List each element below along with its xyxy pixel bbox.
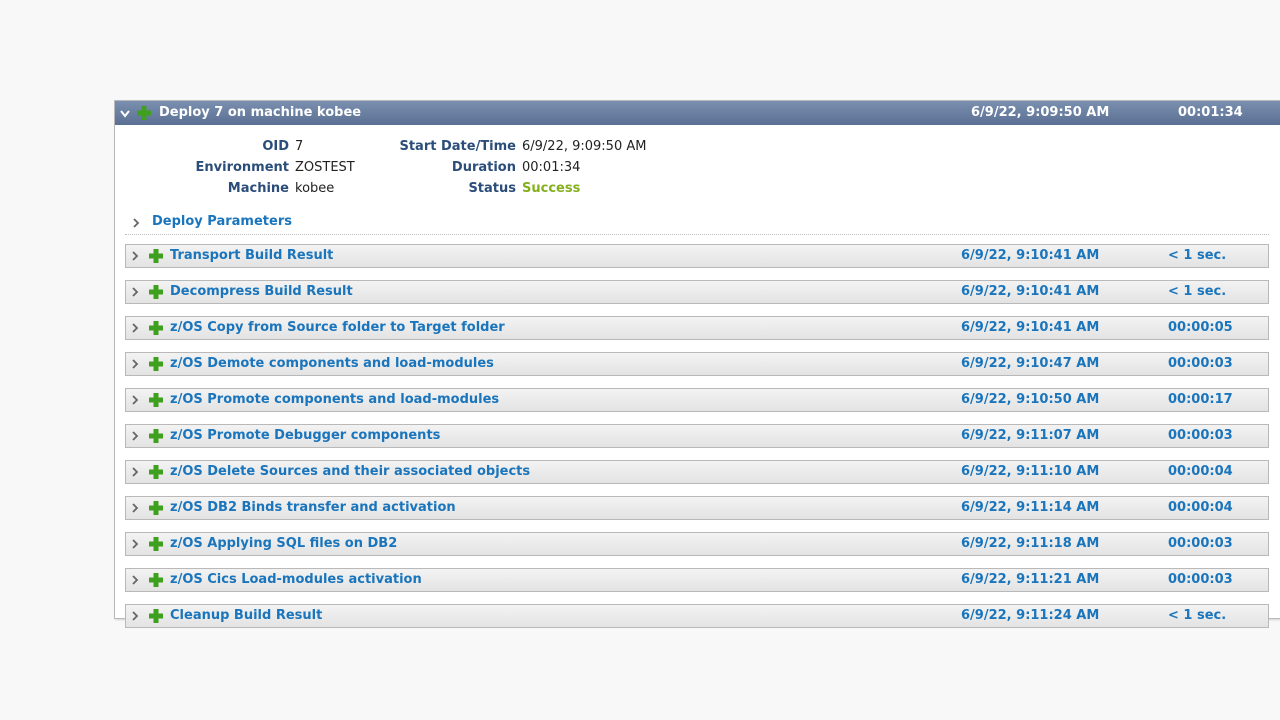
- deploy-step-row[interactable]: z/OS Promote Debugger components 6/9/22, …: [125, 424, 1269, 448]
- deploy-info-right: Start Date/Time 6/9/22, 9:09:50 AM Durati…: [395, 136, 646, 199]
- deploy-step-row[interactable]: z/OS Delete Sources and their associated…: [125, 460, 1269, 484]
- status-row: Status Success: [395, 178, 646, 199]
- plus-icon: [149, 609, 163, 623]
- plus-icon: [149, 357, 163, 371]
- environment-label: Environment: [195, 160, 290, 175]
- deploy-step-row[interactable]: Transport Build Result 6/9/22, 9:10:41 AM…: [125, 244, 1269, 268]
- oid-value: 7: [295, 139, 304, 154]
- deploy-step-row[interactable]: z/OS Applying SQL files on DB2 6/9/22, 9:…: [125, 532, 1269, 556]
- step-name[interactable]: z/OS Promote Debugger components: [170, 428, 440, 443]
- step-duration: 00:00:03: [1168, 428, 1233, 443]
- chevron-right-icon[interactable]: [130, 394, 140, 406]
- step-date: 6/9/22, 9:11:07 AM: [961, 428, 1100, 443]
- plus-icon: [149, 573, 163, 587]
- chevron-right-icon[interactable]: [130, 610, 140, 622]
- deploy-parameters-toggle[interactable]: Deploy Parameters: [125, 213, 1269, 235]
- step-date: 6/9/22, 9:11:24 AM: [961, 608, 1100, 623]
- step-date: 6/9/22, 9:10:41 AM: [961, 284, 1100, 299]
- deploy-step-row[interactable]: Cleanup Build Result 6/9/22, 9:11:24 AM < …: [125, 604, 1269, 628]
- machine-value: kobee: [295, 181, 335, 196]
- plus-icon: [149, 465, 163, 479]
- plus-icon: [149, 393, 163, 407]
- chevron-right-icon[interactable]: [131, 217, 141, 229]
- plus-icon: [149, 321, 163, 335]
- deploy-step-row[interactable]: z/OS Cics Load-modules activation 6/9/22,…: [125, 568, 1269, 592]
- chevron-right-icon[interactable]: [130, 358, 140, 370]
- oid-row: OID 7: [195, 136, 355, 157]
- step-duration: 00:00:03: [1168, 536, 1233, 551]
- deploy-step-row[interactable]: z/OS DB2 Binds transfer and activation 6/…: [125, 496, 1269, 520]
- step-duration: 00:00:04: [1168, 464, 1233, 479]
- step-date: 6/9/22, 9:10:47 AM: [961, 356, 1100, 371]
- chevron-right-icon[interactable]: [130, 322, 140, 334]
- duration-label: Duration: [451, 160, 516, 175]
- start-label: Start Date/Time: [399, 139, 516, 154]
- chevron-right-icon[interactable]: [130, 430, 140, 442]
- deploy-step-row[interactable]: Decompress Build Result 6/9/22, 9:10:41 A…: [125, 280, 1269, 304]
- deploy-header[interactable]: Deploy 7 on machine kobee 6/9/22, 9:09:5…: [115, 101, 1280, 125]
- machine-row: Machine kobee: [195, 178, 355, 199]
- plus-icon: [149, 429, 163, 443]
- plus-icon: [149, 285, 163, 299]
- step-duration: 00:00:05: [1168, 320, 1233, 335]
- step-duration: 00:00:03: [1168, 572, 1233, 587]
- environment-row: Environment ZOSTEST: [195, 157, 355, 178]
- chevron-right-icon[interactable]: [130, 286, 140, 298]
- step-duration: 00:00:03: [1168, 356, 1233, 371]
- step-date: 6/9/22, 9:10:50 AM: [961, 392, 1100, 407]
- step-duration: 00:00:04: [1168, 500, 1233, 515]
- deploy-step-row[interactable]: z/OS Copy from Source folder to Target f…: [125, 316, 1269, 340]
- deploy-date: 6/9/22, 9:09:50 AM: [971, 105, 1110, 120]
- status-label: Status: [468, 181, 516, 196]
- step-name[interactable]: z/OS Applying SQL files on DB2: [170, 536, 397, 551]
- status-value: Success: [522, 181, 581, 196]
- plus-icon: [149, 249, 163, 263]
- deploy-steps-list: Transport Build Result 6/9/22, 9:10:41 AM…: [125, 244, 1269, 640]
- step-date: 6/9/22, 9:11:10 AM: [961, 464, 1100, 479]
- deploy-title: Deploy 7 on machine kobee: [159, 105, 362, 120]
- start-value: 6/9/22, 9:09:50 AM: [522, 139, 647, 154]
- deploy-info-left: OID 7 Environment ZOSTEST Machine kobee: [195, 136, 355, 199]
- chevron-right-icon[interactable]: [130, 502, 140, 514]
- chevron-right-icon[interactable]: [130, 574, 140, 586]
- step-name[interactable]: z/OS Copy from Source folder to Target f…: [170, 320, 505, 335]
- step-name[interactable]: z/OS DB2 Binds transfer and activation: [170, 500, 456, 515]
- deploy-parameters-label[interactable]: Deploy Parameters: [152, 214, 292, 229]
- step-name[interactable]: Decompress Build Result: [170, 284, 353, 299]
- step-date: 6/9/22, 9:10:41 AM: [961, 248, 1100, 263]
- step-date: 6/9/22, 9:10:41 AM: [961, 320, 1100, 335]
- duration-value: 00:01:34: [522, 160, 581, 175]
- environment-value: ZOSTEST: [295, 160, 355, 175]
- chevron-right-icon[interactable]: [130, 250, 140, 262]
- oid-label: OID: [262, 139, 289, 154]
- step-name[interactable]: z/OS Cics Load-modules activation: [170, 572, 422, 587]
- deploy-duration: 00:01:34: [1178, 105, 1243, 120]
- step-duration: < 1 sec.: [1168, 608, 1227, 623]
- duration-row: Duration 00:01:34: [395, 157, 646, 178]
- step-name[interactable]: z/OS Delete Sources and their associated…: [170, 464, 530, 479]
- deploy-step-row[interactable]: z/OS Demote components and load-modules 6…: [125, 352, 1269, 376]
- step-name[interactable]: z/OS Promote components and load-modules: [170, 392, 499, 407]
- machine-label: Machine: [227, 181, 289, 196]
- plus-icon: [137, 106, 151, 120]
- chevron-down-icon[interactable]: [119, 108, 131, 120]
- step-name[interactable]: Cleanup Build Result: [170, 608, 322, 623]
- step-date: 6/9/22, 9:11:21 AM: [961, 572, 1100, 587]
- step-name[interactable]: z/OS Demote components and load-modules: [170, 356, 494, 371]
- step-date: 6/9/22, 9:11:18 AM: [961, 536, 1100, 551]
- step-duration: < 1 sec.: [1168, 284, 1227, 299]
- plus-icon: [149, 537, 163, 551]
- chevron-right-icon[interactable]: [130, 466, 140, 478]
- step-date: 6/9/22, 9:11:14 AM: [961, 500, 1100, 515]
- deploy-panel: Deploy 7 on machine kobee 6/9/22, 9:09:5…: [114, 100, 1280, 628]
- chevron-right-icon[interactable]: [130, 538, 140, 550]
- step-duration: < 1 sec.: [1168, 248, 1227, 263]
- step-name[interactable]: Transport Build Result: [170, 248, 333, 263]
- deploy-step-row[interactable]: z/OS Promote components and load-modules…: [125, 388, 1269, 412]
- plus-icon: [149, 501, 163, 515]
- step-duration: 00:00:17: [1168, 392, 1233, 407]
- start-row: Start Date/Time 6/9/22, 9:09:50 AM: [395, 136, 646, 157]
